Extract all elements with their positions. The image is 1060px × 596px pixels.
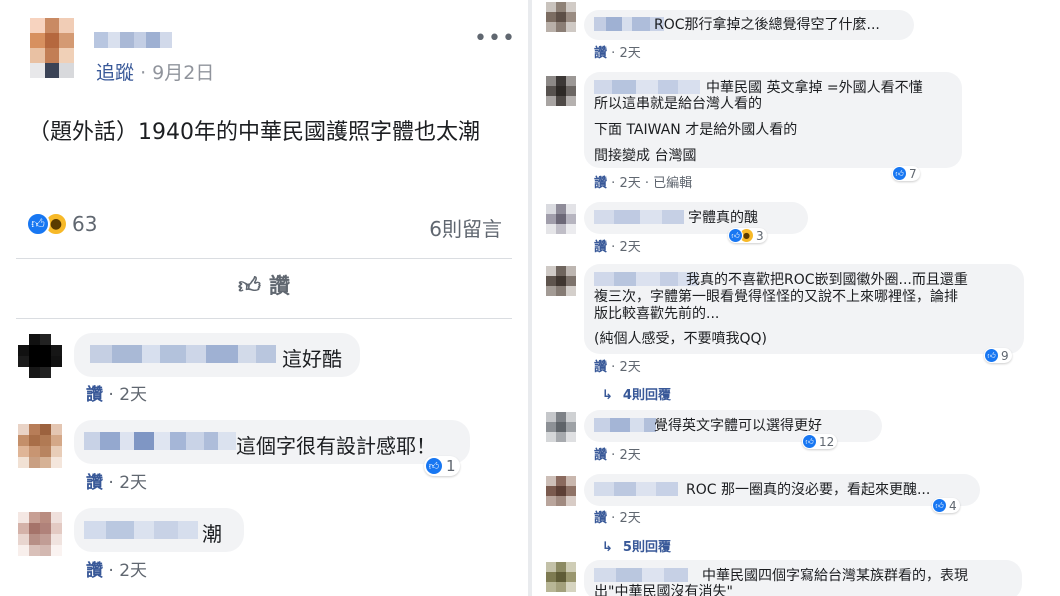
like-reaction-icon: 👍︎	[932, 498, 947, 513]
post-author-name-blurred[interactable]	[94, 32, 172, 48]
comment-text: 這好酷	[282, 347, 342, 371]
comment-time[interactable]: 2天	[619, 511, 640, 526]
comment-reactions-badge[interactable]: 👍︎ 4	[932, 498, 960, 513]
comment-text: 下面 TAIWAN 才是給外國人看的	[594, 122, 798, 138]
comment-time[interactable]: 2天	[119, 561, 147, 581]
comment-like-link[interactable]: 讚	[86, 385, 103, 405]
comment-text: 我真的不喜歡把ROC嵌到國徽外圈...而且還重	[686, 272, 968, 288]
comment-time[interactable]: 2天	[619, 240, 640, 255]
comment-meta: 讚 · 2天	[594, 511, 641, 526]
post-meta: 追蹤 · 9月2日	[96, 62, 215, 84]
comment-text: 這個字很有設計感耶！	[236, 434, 436, 458]
comment-meta: 讚 · 2天	[86, 473, 148, 493]
commenter-avatar[interactable]	[546, 2, 576, 32]
comment-text: ROC那行拿掉之後總覺得空了什麼...	[654, 17, 880, 33]
post-author-avatar[interactable]	[30, 18, 74, 78]
commenter-avatar[interactable]	[18, 512, 62, 556]
comment-text: 所以這串就是給台灣人看的	[594, 96, 762, 112]
comment-reactions-badge[interactable]: 👍︎ ● 3	[728, 228, 767, 243]
comment-text: (純個人感受，不要噴我QQ)	[594, 331, 767, 347]
comment-text: 出"中華民國沒有消失"	[594, 584, 733, 596]
view-replies-link[interactable]: ↳ 4則回覆	[602, 384, 671, 403]
post-date[interactable]: 9月2日	[152, 62, 214, 84]
commenter-avatar[interactable]	[546, 412, 576, 442]
comment-like-link[interactable]: 讚	[594, 360, 607, 375]
commenter-name-blurred[interactable]	[594, 568, 688, 582]
comment-text: 複三次，字體第一眼看覺得怪怪的又說不上來哪裡怪，論排	[594, 289, 958, 305]
like-reaction-icon: 👍︎	[984, 348, 999, 363]
comment-reactions-badge[interactable]: 👍︎ 12	[802, 434, 838, 449]
comment-reactions-badge[interactable]: 👍︎ 9	[984, 348, 1012, 363]
comment-text: 字體真的醜	[688, 210, 758, 226]
commenter-avatar[interactable]	[18, 334, 62, 378]
follow-link[interactable]: 追蹤	[96, 62, 134, 84]
commenter-avatar[interactable]	[18, 424, 62, 468]
comment-text: ROC 那一圈真的沒必要，看起來更醜...	[686, 482, 931, 498]
commenter-name-blurred[interactable]	[594, 210, 684, 224]
comment-meta: 讚 · 2天 · 已編輯	[594, 176, 693, 191]
divider	[16, 318, 512, 319]
commenter-name-blurred[interactable]	[594, 482, 678, 496]
more-options-icon[interactable]: •••	[474, 26, 516, 51]
comment-like-link[interactable]: 讚	[594, 511, 607, 526]
like-reaction-icon: 👍︎	[728, 228, 743, 243]
divider	[16, 258, 512, 259]
comment-like-link[interactable]: 讚	[86, 473, 103, 493]
comment-like-link[interactable]: 讚	[86, 561, 103, 581]
comment-meta: 讚 · 2天	[86, 385, 148, 405]
comment-meta: 讚 · 2天	[86, 561, 148, 581]
commenter-name-blurred[interactable]	[594, 272, 698, 286]
left-post-panel: 追蹤 · 9月2日 ••• （題外話）1940年的中華民國護照字體也太潮 👍︎ …	[0, 0, 528, 596]
thumbs-up-icon: 👍︎	[238, 273, 261, 299]
comment-time[interactable]: 2天	[119, 385, 147, 405]
comment-text: 潮	[202, 522, 222, 546]
post-text: （題外話）1940年的中華民國護照字體也太潮	[28, 120, 480, 145]
comment-text: 版比較喜歡先前的...	[594, 306, 720, 322]
comment-like-link[interactable]: 讚	[594, 240, 607, 255]
like-reaction-icon: 👍︎	[425, 457, 443, 475]
like-reaction-icon: 👍︎	[892, 166, 907, 181]
commenter-name-blurred[interactable]	[594, 80, 700, 94]
like-reaction-icon: 👍︎	[26, 212, 50, 236]
comment-time[interactable]: 2天	[619, 448, 640, 463]
comment-time[interactable]: 2天	[119, 473, 147, 493]
comment-reactions-badge[interactable]: 👍︎ 1	[424, 456, 460, 476]
comment-time[interactable]: 2天	[619, 360, 640, 375]
comment-meta: 讚 · 2天	[594, 360, 641, 375]
post-reactions[interactable]: 👍︎ ● 63	[26, 212, 97, 236]
reply-arrow-icon: ↳	[602, 540, 613, 555]
comment-text: 中華民國 英文拿掉 =外國人看不懂	[706, 80, 923, 96]
comment-meta: 讚 · 2天	[594, 46, 641, 61]
commenter-name-blurred[interactable]	[84, 432, 236, 450]
right-comments-panel: ROC那行拿掉之後總覺得空了什麼... 讚 · 2天 中華民國 英文拿掉 =外國…	[532, 0, 1060, 596]
commenter-name-blurred[interactable]	[594, 418, 656, 432]
comment-text: 間接變成 台灣國	[594, 148, 697, 164]
comment-count-link[interactable]: 6則留言	[429, 213, 502, 242]
like-button-label: 讚	[269, 274, 290, 298]
comment-like-link[interactable]: 讚	[594, 46, 607, 61]
commenter-avatar[interactable]	[546, 562, 576, 592]
commenter-name-blurred[interactable]	[84, 521, 198, 539]
comment-meta: 讚 · 2天	[594, 448, 641, 463]
commenter-avatar[interactable]	[546, 76, 576, 106]
commenter-avatar[interactable]	[546, 204, 576, 234]
like-button[interactable]: 👍︎ 讚	[0, 270, 528, 300]
view-replies-link[interactable]: ↳ 5則回覆	[602, 536, 671, 555]
comment-time[interactable]: 2天	[619, 46, 640, 61]
comment-like-link[interactable]: 讚	[594, 176, 607, 191]
comment-like-link[interactable]: 讚	[594, 448, 607, 463]
comment-time[interactable]: 2天	[619, 176, 640, 191]
comment-text: 中華民國四個字寫給台灣某族群看的，表現	[702, 568, 968, 584]
commenter-avatar[interactable]	[546, 476, 576, 506]
comment-text: 覺得英文字體可以選得更好	[654, 418, 822, 434]
commenter-avatar[interactable]	[546, 266, 576, 296]
comment-reactions-badge[interactable]: 👍︎ 7	[892, 166, 920, 181]
commenter-name-blurred[interactable]	[90, 345, 276, 363]
reaction-count: 63	[72, 212, 98, 236]
comment-meta: 讚 · 2天	[594, 240, 641, 255]
edited-label[interactable]: 已編輯	[653, 176, 692, 191]
reply-arrow-icon: ↳	[602, 388, 613, 403]
like-reaction-icon: 👍︎	[802, 434, 817, 449]
